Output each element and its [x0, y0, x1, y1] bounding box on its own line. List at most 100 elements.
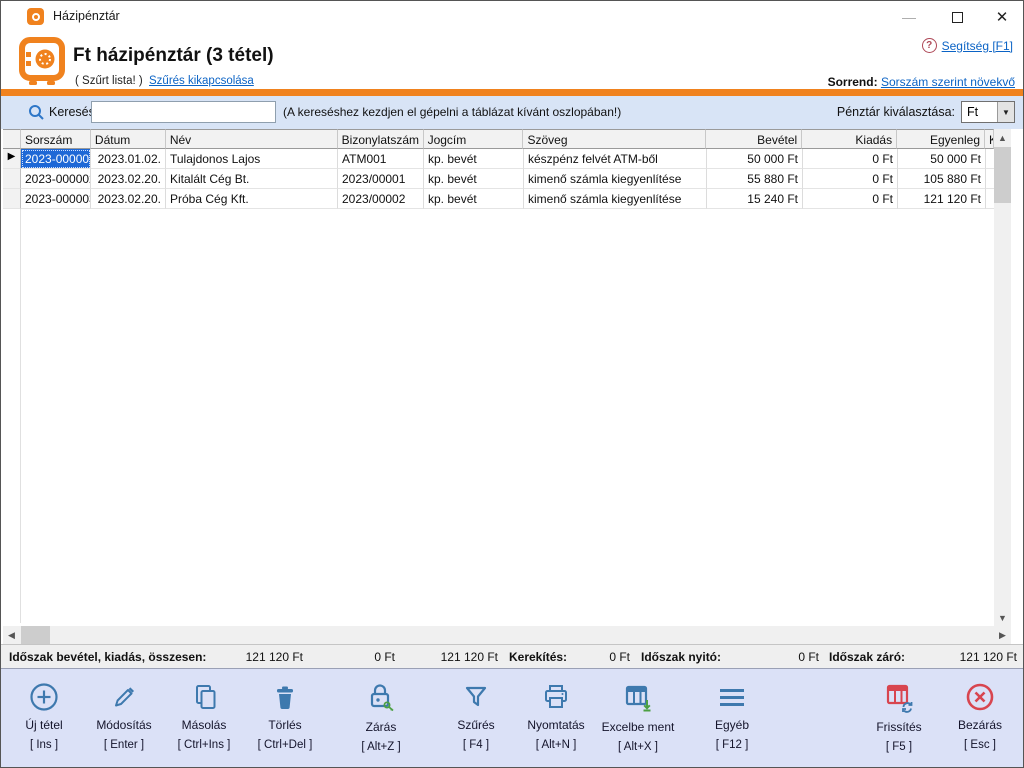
vertical-scrollbar-thumb[interactable] [994, 147, 1011, 203]
delete-button[interactable]: Törlés [ Ctrl+Del ] [243, 669, 327, 768]
sort-line: Sorrend: Sorszám szerint növekvő [828, 75, 1015, 89]
cell-bevetel[interactable]: 15 240 Ft [707, 189, 803, 209]
minimize-button[interactable]: — [890, 5, 928, 29]
horizontal-scrollbar[interactable]: ◀ ▶ [3, 626, 1011, 644]
selector-column-rail [3, 209, 21, 623]
printer-icon [540, 681, 572, 713]
cell-bizonylatszam[interactable]: ATM001 [338, 149, 424, 169]
cell-sorszam[interactable]: 2023-000001 [21, 149, 91, 169]
row-selector-arrow-icon: ▶ [3, 149, 21, 169]
scroll-right-icon[interactable]: ▶ [994, 626, 1011, 644]
column-header[interactable]: Egyenleg [897, 129, 985, 149]
nyito-value: 0 Ft [753, 650, 819, 664]
cell-szoveg[interactable]: kimenő számla kiegyenlítése [524, 169, 707, 189]
refresh-table-icon [882, 681, 916, 715]
cell-sorszam[interactable]: 2023-000003 [21, 189, 91, 209]
row-selector [3, 189, 21, 209]
selector-column-header [3, 129, 21, 149]
cell-egyenleg[interactable]: 105 880 Ft [898, 169, 986, 189]
cell-kiadas[interactable]: 0 Ft [803, 169, 898, 189]
column-header[interactable]: Jogcím [424, 129, 524, 149]
summary-osszesen: 121 120 Ft [413, 650, 498, 664]
cell-kiadas[interactable]: 0 Ft [803, 149, 898, 169]
cell-sorszam[interactable]: 2023-000002 [21, 169, 91, 189]
chevron-down-icon[interactable]: ▼ [997, 102, 1014, 122]
cell-jogcim[interactable]: kp. bevét [424, 169, 524, 189]
column-header[interactable]: Kiadás [802, 129, 897, 149]
column-header[interactable]: Szöveg [523, 129, 706, 149]
cell-datum[interactable]: 2023.02.20. [91, 189, 166, 209]
row-selector [3, 169, 21, 189]
scroll-down-icon[interactable]: ▼ [994, 609, 1011, 626]
cell-jogcim[interactable]: kp. bevét [424, 189, 524, 209]
export-excel-button[interactable]: Excelbe ment [ Alt+X ] [596, 669, 680, 768]
cell-szoveg[interactable]: kimenő számla kiegyenlítése [524, 189, 707, 209]
search-input[interactable] [91, 101, 276, 123]
cell-bizonylatszam[interactable]: 2023/00002 [338, 189, 424, 209]
cell-datum[interactable]: 2023.02.20. [91, 169, 166, 189]
plus-circle-icon [28, 681, 60, 713]
header: Ft házipénztár (3 tétel) ( Szűrt lista! … [1, 31, 1023, 89]
vertical-scrollbar[interactable]: ▲ ▼ [994, 129, 1011, 626]
scroll-up-icon[interactable]: ▲ [994, 129, 1011, 146]
trash-icon [269, 681, 301, 713]
cell-nev[interactable]: Próba Cég Kft. [166, 189, 338, 209]
cell-datum[interactable]: 2023.01.02. [91, 149, 166, 169]
table-row[interactable]: 2023-000002 2023.02.20. Kitalált Cég Bt.… [3, 169, 994, 189]
filtered-list-note: ( Szűrt lista! ) [75, 75, 143, 87]
status-bar: Időszak bevétel, kiadás, összesen: 121 1… [1, 644, 1023, 669]
cell-egyenleg[interactable]: 121 120 Ft [898, 189, 986, 209]
column-header[interactable]: Bevétel [706, 129, 802, 149]
table-row[interactable]: 2023-000003 2023.02.20. Próba Cég Kft. 2… [3, 189, 994, 209]
new-item-button[interactable]: Új tétel [ Ins ] [2, 669, 86, 768]
bottom-toolbar: Új tétel [ Ins ] Módosítás [ Enter ] Más… [1, 669, 1023, 768]
excel-export-icon [621, 681, 655, 715]
modify-button[interactable]: Módosítás [ Enter ] [82, 669, 166, 768]
scroll-left-icon[interactable]: ◀ [3, 626, 20, 644]
horizontal-scrollbar-thumb[interactable] [21, 626, 50, 644]
cash-register-select-label: Pénztár kiválasztása: [837, 105, 955, 119]
copy-button[interactable]: Másolás [ Ctrl+Ins ] [162, 669, 246, 768]
column-header[interactable]: Sorszám [21, 129, 91, 149]
cell-partial [986, 149, 994, 169]
cell-szoveg[interactable]: készpénz felvét ATM-ből [524, 149, 707, 169]
cell-nev[interactable]: Tulajdonos Lajos [166, 149, 338, 169]
summary-kiadas: 0 Ft [331, 650, 395, 664]
close-button[interactable]: ✕ [983, 5, 1021, 29]
close-app-button[interactable]: Bezárás [ Esc ] [938, 669, 1022, 768]
filter-off-link[interactable]: Szűrés kikapcsolása [149, 75, 254, 87]
cell-nev[interactable]: Kitalált Cég Bt. [166, 169, 338, 189]
print-button[interactable]: Nyomtatás [ Alt+N ] [514, 669, 598, 768]
column-header[interactable]: Név [166, 129, 338, 149]
table-row[interactable]: ▶ 2023-000001 2023.01.02. Tulajdonos Laj… [3, 149, 994, 169]
help-link[interactable]: Segítség [F1] [942, 39, 1013, 53]
zaro-value: 121 120 Ft [927, 650, 1017, 664]
refresh-button[interactable]: Frissítés [ F5 ] [857, 669, 941, 768]
title-bar: Házipénztár — ✕ [1, 1, 1023, 31]
sort-link[interactable]: Sorszám szerint növekvő [881, 75, 1015, 89]
cell-bizonylatszam[interactable]: 2023/00001 [338, 169, 424, 189]
column-header[interactable]: Bizonylatszám [338, 129, 424, 149]
maximize-button[interactable] [938, 5, 976, 29]
cell-bevetel[interactable]: 50 000 Ft [707, 149, 803, 169]
cell-egyenleg[interactable]: 50 000 Ft [898, 149, 986, 169]
cell-kiadas[interactable]: 0 Ft [803, 189, 898, 209]
page-title: Ft házipénztár (3 tétel) [73, 45, 274, 67]
column-header[interactable]: K [985, 129, 994, 149]
summary-label: Időszak bevétel, kiadás, összesen: [9, 650, 206, 664]
table-header-row: Sorszám Dátum Név Bizonylatszám Jogcím S… [3, 129, 994, 149]
other-button[interactable]: Egyéb [ F12 ] [690, 669, 774, 768]
closing-button[interactable]: Zárás [ Alt+Z ] [339, 669, 423, 768]
cell-jogcim[interactable]: kp. bevét [424, 149, 524, 169]
search-bar: Keresés: (A kereséshez kezdjen el gépeln… [1, 96, 1023, 129]
column-header[interactable]: Dátum [91, 129, 166, 149]
summary-bevetel: 121 120 Ft [206, 650, 303, 664]
window-title: Házipénztár [53, 9, 120, 23]
sort-label: Sorrend: [828, 75, 878, 89]
pencil-icon [108, 681, 140, 713]
cash-register-select[interactable]: Ft ▼ [961, 101, 1015, 123]
filter-button[interactable]: Szűrés [ F4 ] [434, 669, 518, 768]
cell-partial [986, 189, 994, 209]
cell-bevetel[interactable]: 55 880 Ft [707, 169, 803, 189]
cell-partial [986, 169, 994, 189]
